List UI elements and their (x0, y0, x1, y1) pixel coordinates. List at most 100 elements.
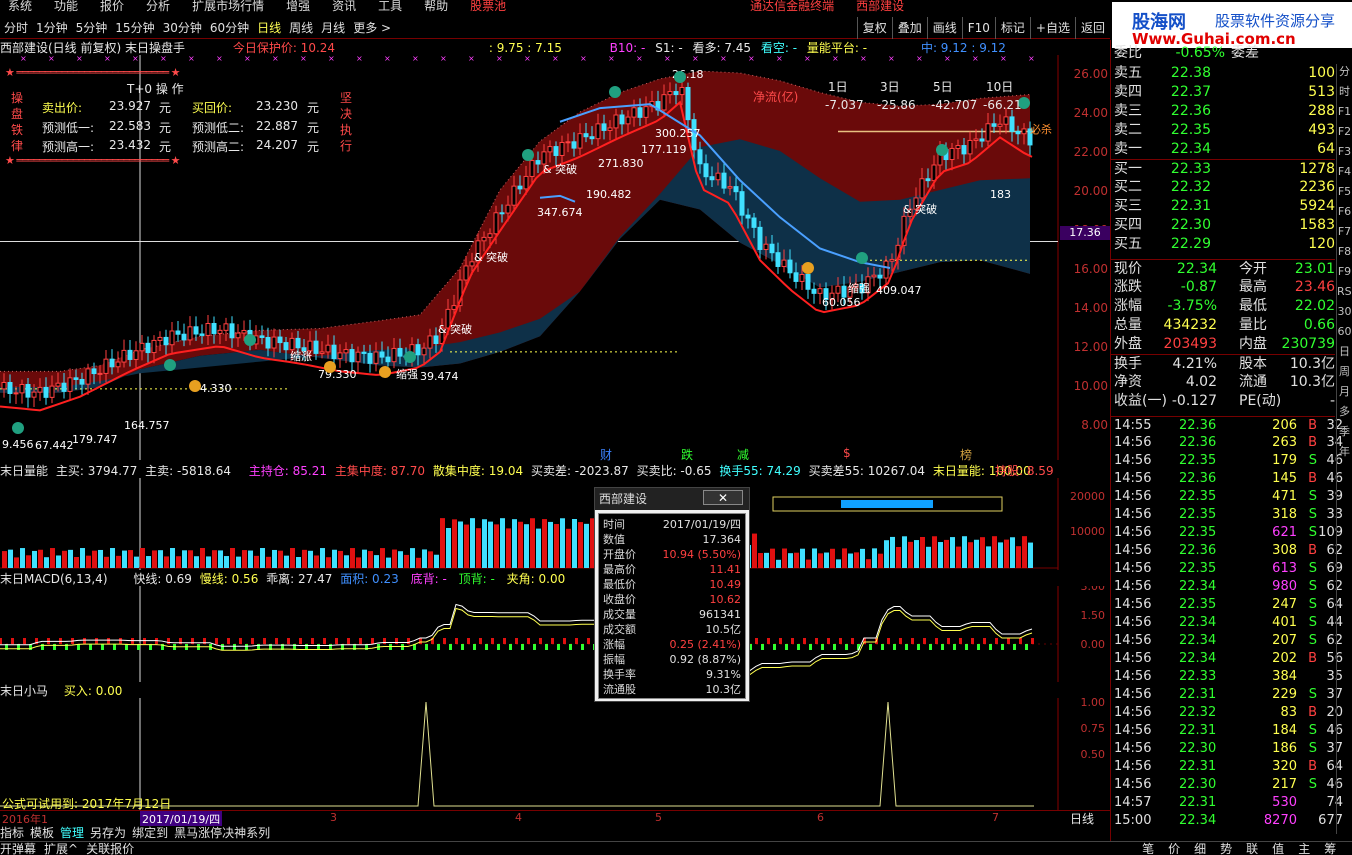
side-nav-item[interactable]: 日 (1337, 344, 1352, 360)
data-window-popup[interactable]: 西部建设 ✕ 时间 2017/01/19/四 数值 17.364 开盘价 10.94 (5… (594, 487, 750, 702)
indicator-tab-0[interactable]: 指标 (0, 826, 24, 840)
indicator-tab-5[interactable]: 黑马涨停决神系列 (174, 826, 270, 840)
period-tab-8[interactable]: 月线 (317, 17, 349, 39)
side-nav-item[interactable]: 分 (1337, 64, 1352, 80)
macd-bar (521, 644, 524, 650)
orderbook-row[interactable]: 买一 22.33 1278 (1111, 159, 1335, 178)
period-tab-7[interactable]: 周线 (285, 17, 317, 39)
indicator-tab-3[interactable]: 另存为 (90, 826, 126, 840)
side-nav-item[interactable]: 30 (1337, 304, 1352, 320)
status-item-0[interactable]: 开弹幕 (0, 842, 36, 855)
quote-tab-7[interactable]: 筹 (1324, 842, 1336, 855)
menu-item-1[interactable]: 功能 (54, 0, 78, 12)
tool-button-5[interactable]: +自选 (1029, 17, 1075, 39)
popup-row-value: 9.31% (706, 668, 741, 681)
tick-row: 15:00 22.34 8270 677 (1111, 812, 1343, 830)
menu-stock-pool[interactable]: 股票池 (470, 0, 506, 12)
orderbook-row[interactable]: 卖三 22.36 288 (1111, 102, 1335, 121)
tick-row: 14:56 22.31 320 B 64 (1111, 758, 1343, 776)
side-nav-item[interactable]: 时 (1337, 84, 1352, 100)
quote-tab-2[interactable]: 细 (1194, 842, 1206, 855)
quote-tab-4[interactable]: 联 (1246, 842, 1258, 855)
side-nav-item[interactable]: F6 (1337, 204, 1352, 220)
top-dot-marker: × (272, 55, 279, 63)
tick-price: 22.35 (1179, 489, 1217, 504)
side-nav-item[interactable]: F2 (1337, 124, 1352, 140)
period-tab-9[interactable]: 更多 > (349, 17, 395, 39)
menu-item-8[interactable]: 帮助 (424, 0, 448, 12)
indicator-tab-1[interactable]: 模板 (30, 826, 54, 840)
tool-button-2[interactable]: 画线 (926, 17, 962, 39)
side-nav-item[interactable]: 周 (1337, 364, 1352, 380)
tool-button-6[interactable]: 返回 (1074, 17, 1110, 39)
period-tab-3[interactable]: 15分钟 (111, 17, 158, 39)
popup-row: 流通股 10.3亿 (603, 682, 743, 697)
orderbook-row[interactable]: 买二 22.32 2236 (1111, 178, 1335, 197)
top-dot-marker: × (160, 55, 167, 63)
orderbook-row[interactable]: 卖四 22.37 513 (1111, 83, 1335, 102)
vol-bar (1004, 539, 1009, 568)
candle-body (631, 107, 637, 118)
period-tab-5[interactable]: 60分钟 (206, 17, 253, 39)
quote-tab-1[interactable]: 价 (1168, 842, 1180, 855)
tool-button-0[interactable]: 复权 (856, 17, 892, 39)
side-nav-item[interactable]: F1 (1337, 104, 1352, 120)
orderbook-row[interactable]: 卖五 22.38 100 (1111, 64, 1335, 83)
side-nav-item[interactable]: 年 (1337, 444, 1352, 460)
orderbook-row[interactable]: 买四 22.30 1583 (1111, 216, 1335, 235)
indicator-tab-2[interactable]: 管理 (60, 826, 84, 840)
menu-item-2[interactable]: 报价 (100, 0, 124, 12)
tick-price: 22.33 (1179, 669, 1217, 684)
candle-body (511, 185, 517, 206)
status-item-2[interactable]: 关联报价 (86, 842, 134, 855)
side-nav-item[interactable]: F7 (1337, 224, 1352, 240)
popup-close-button[interactable]: ✕ (703, 490, 743, 505)
side-nav-item[interactable]: RSI (1337, 284, 1352, 300)
candle-body (673, 91, 679, 96)
menu-item-0[interactable]: 系统 (8, 0, 32, 12)
tick-side: S (1308, 579, 1317, 594)
candle-body (187, 326, 193, 341)
period-tab-1[interactable]: 1分钟 (32, 17, 72, 39)
quote-tab-3[interactable]: 势 (1220, 842, 1232, 855)
orderbook-row[interactable]: 卖一 22.34 64 (1111, 140, 1335, 159)
period-tab-4[interactable]: 30分钟 (159, 17, 206, 39)
period-tab-6[interactable]: 日线 (253, 17, 285, 39)
period-tab-2[interactable]: 5分钟 (72, 17, 112, 39)
macd-chart[interactable]: 3.00 1.50 0.00 (0, 586, 1110, 682)
tool-button-4[interactable]: 标记 (994, 17, 1030, 39)
volume-chart[interactable]: 20000 10000 (0, 478, 1110, 570)
orderbook-row[interactable]: 买五 22.29 120 (1111, 235, 1335, 254)
side-nav-item[interactable]: 月 (1337, 384, 1352, 400)
orderbook-row[interactable]: 买三 22.31 5924 (1111, 197, 1335, 216)
period-tab-0[interactable]: 分时 (0, 17, 32, 39)
status-item-1[interactable]: 扩展^ (44, 842, 78, 855)
menu-item-3[interactable]: 分析 (146, 0, 170, 12)
quote-tab-6[interactable]: 主 (1298, 842, 1310, 855)
tool-button-1[interactable]: 叠加 (891, 17, 927, 39)
horse-signal-chart[interactable]: 1.00 0.75 0.50 (0, 698, 1110, 810)
menu-item-7[interactable]: 工具 (378, 0, 402, 12)
menu-item-5[interactable]: 增强 (286, 0, 310, 12)
stat-label-2: PE(动) (1239, 393, 1282, 409)
side-nav-item[interactable]: F8 (1337, 244, 1352, 260)
tick-time: 14:56 (1114, 651, 1152, 666)
side-nav-item[interactable]: F4 (1337, 164, 1352, 180)
menu-item-4[interactable]: 扩展市场行情 (192, 0, 264, 12)
quote-tab-0[interactable]: 笔 (1142, 842, 1154, 855)
orderbook-row[interactable]: 卖二 22.35 493 (1111, 121, 1335, 140)
side-nav-item[interactable]: F9 (1337, 264, 1352, 280)
side-nav-item[interactable]: 季 (1337, 424, 1352, 440)
side-nav-item[interactable]: 多 (1337, 404, 1352, 420)
vol-bar (128, 550, 133, 568)
side-nav-item[interactable]: F3 (1337, 144, 1352, 160)
quote-tab-5[interactable]: 值 (1272, 842, 1284, 855)
indicator-tab-4[interactable]: 绑定到 (132, 826, 168, 840)
side-nav-item[interactable]: F5 (1337, 184, 1352, 200)
tool-button-3[interactable]: F10 (961, 17, 995, 39)
menu-item-6[interactable]: 资讯 (332, 0, 356, 12)
candle-body (781, 259, 787, 267)
side-nav-item[interactable]: 60 (1337, 324, 1352, 340)
vol-bar (44, 557, 49, 568)
vol-bar (860, 548, 865, 568)
